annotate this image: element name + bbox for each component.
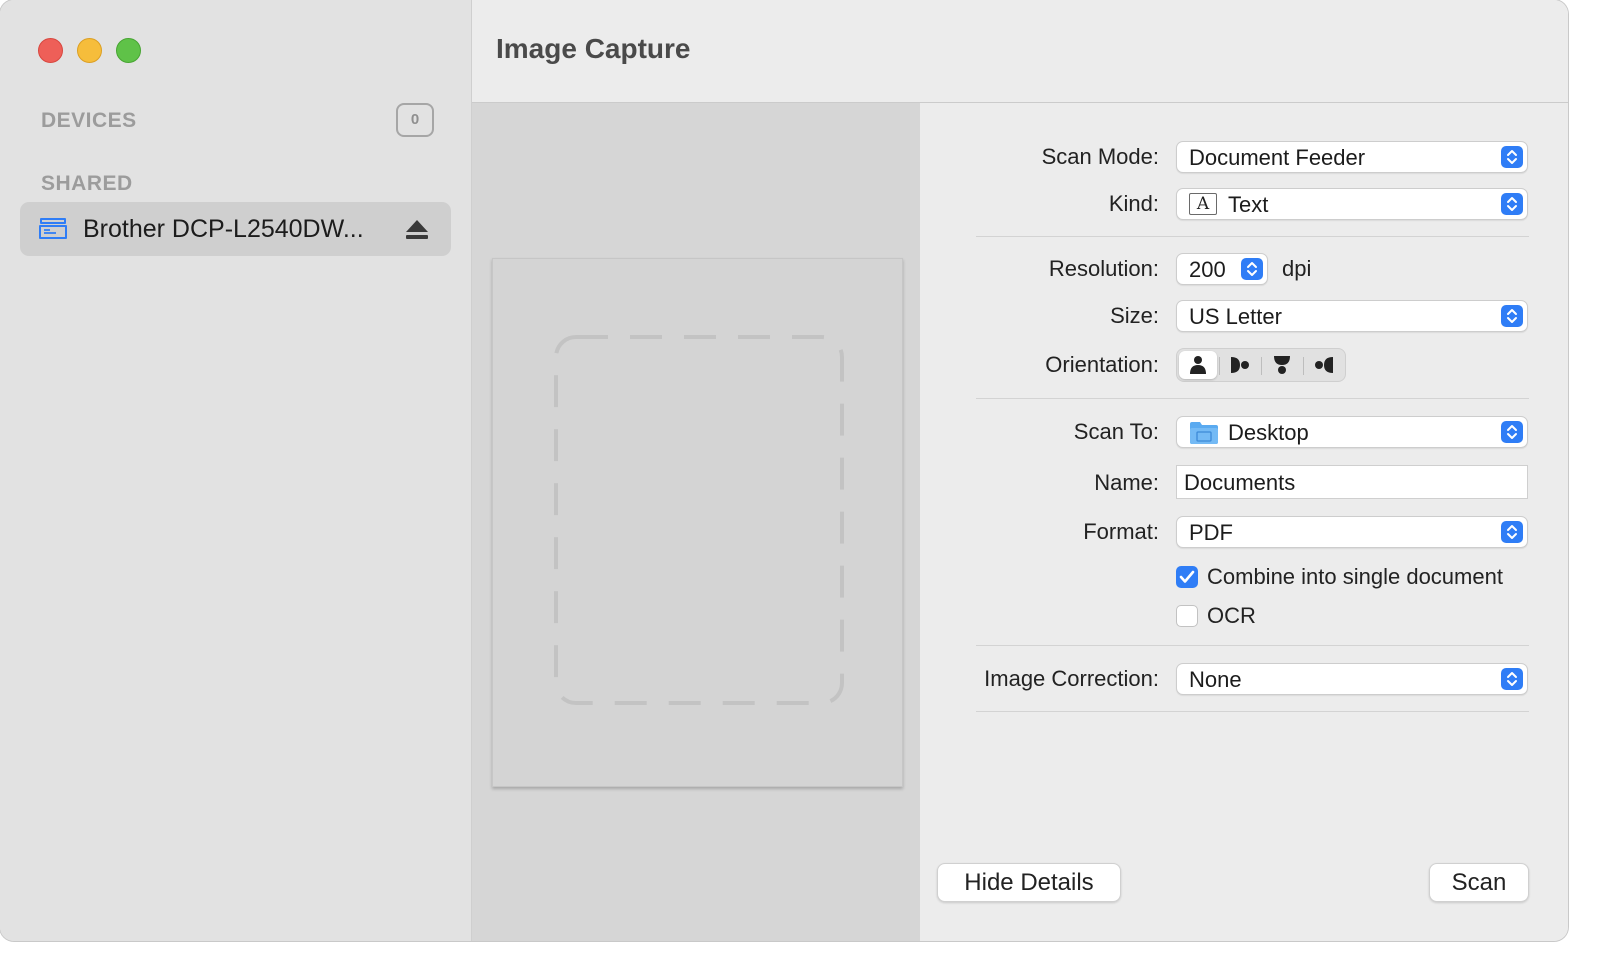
- minimize-window-button[interactable]: [77, 38, 102, 63]
- popup-arrows-icon: [1501, 421, 1523, 443]
- orientation-upside-down-button[interactable]: [1263, 351, 1301, 379]
- orientation-segmented-control: [1176, 348, 1346, 382]
- eject-icon[interactable]: [404, 218, 430, 242]
- resolution-value: 200: [1189, 257, 1226, 282]
- scan-mode-popup[interactable]: Document Feeder: [1176, 141, 1528, 173]
- checkmark-icon: [1179, 570, 1195, 583]
- person-upside-down-icon: [1274, 356, 1290, 374]
- hide-details-button[interactable]: Hide Details: [937, 863, 1121, 902]
- close-window-button[interactable]: [38, 38, 63, 63]
- window-title: Image Capture: [496, 33, 691, 64]
- ocr-checkbox[interactable]: [1176, 605, 1198, 627]
- resolution-label: Resolution:: [1048, 256, 1159, 281]
- scan-to-value: Desktop: [1228, 420, 1309, 445]
- name-input[interactable]: Documents: [1176, 465, 1528, 499]
- combine-checkbox-label: Combine into single document: [1207, 564, 1503, 589]
- format-value: PDF: [1189, 520, 1233, 545]
- sidebar: DEVICES 0 SHARED Brother DCP-L2540DW...: [0, 0, 472, 941]
- kind-label: Kind:: [1108, 191, 1159, 216]
- resolution-popup[interactable]: 200: [1176, 253, 1268, 285]
- ocr-checkbox-label: OCR: [1207, 603, 1256, 628]
- scanner-icon: [38, 216, 68, 242]
- separator: [976, 711, 1529, 712]
- popup-arrows-icon: [1501, 146, 1523, 168]
- folder-icon: [1189, 420, 1219, 450]
- preview-page: [492, 258, 903, 787]
- format-popup[interactable]: PDF: [1176, 516, 1528, 548]
- scan-to-label: Scan To:: [1073, 419, 1159, 444]
- image-correction-value: None: [1189, 667, 1242, 692]
- person-upright-icon: [1190, 356, 1206, 374]
- separator: [976, 645, 1529, 646]
- popup-arrows-icon: [1501, 305, 1523, 327]
- orientation-rotate-left-button[interactable]: [1305, 351, 1343, 379]
- image-correction-label: Image Correction:: [984, 666, 1159, 691]
- person-rotated-right-icon: [1231, 357, 1249, 373]
- app-window: DEVICES 0 SHARED Brother DCP-L2540DW...: [0, 0, 1568, 941]
- kind-popup[interactable]: A Text: [1176, 188, 1528, 220]
- text-kind-icon: A: [1189, 193, 1217, 215]
- popup-arrows-icon: [1501, 193, 1523, 215]
- scan-button[interactable]: Scan: [1429, 863, 1529, 902]
- resolution-unit: dpi: [1282, 256, 1312, 281]
- size-popup[interactable]: US Letter: [1176, 300, 1528, 332]
- orientation-label: Orientation:: [1045, 352, 1159, 377]
- person-rotated-left-icon: [1315, 357, 1333, 373]
- scan-mode-value: Document Feeder: [1189, 145, 1366, 170]
- name-label: Name:: [1094, 470, 1159, 495]
- separator: [976, 236, 1529, 237]
- size-label: Size:: [1110, 303, 1159, 328]
- scan-to-popup[interactable]: Desktop: [1176, 416, 1528, 448]
- combine-checkbox[interactable]: [1176, 566, 1198, 588]
- format-label: Format:: [1083, 519, 1159, 544]
- sidebar-item-label: Brother DCP-L2540DW...: [83, 215, 364, 243]
- separator: [976, 398, 1529, 399]
- popup-arrows-icon: [1241, 258, 1263, 280]
- title-bar: Image Capture: [472, 0, 1568, 103]
- scan-details-pane: Scan Mode: Document Feeder Kind: A Text …: [921, 103, 1568, 941]
- image-correction-popup[interactable]: None: [1176, 663, 1528, 695]
- shared-section-label: SHARED: [41, 172, 133, 195]
- size-value: US Letter: [1189, 304, 1282, 329]
- maximize-window-button[interactable]: [116, 38, 141, 63]
- scan-preview-pane: [472, 103, 920, 941]
- sidebar-item-brother-scanner[interactable]: Brother DCP-L2540DW...: [20, 202, 451, 256]
- orientation-rotate-right-button[interactable]: [1221, 351, 1259, 379]
- scan-mode-label: Scan Mode:: [1041, 144, 1159, 169]
- devices-count-badge: 0: [396, 103, 434, 137]
- popup-arrows-icon: [1501, 668, 1523, 690]
- orientation-portrait-button[interactable]: [1179, 351, 1217, 379]
- kind-value: Text: [1228, 192, 1269, 217]
- devices-section-label: DEVICES: [41, 109, 137, 132]
- scan-area-placeholder: [554, 335, 844, 705]
- popup-arrows-icon: [1501, 521, 1523, 543]
